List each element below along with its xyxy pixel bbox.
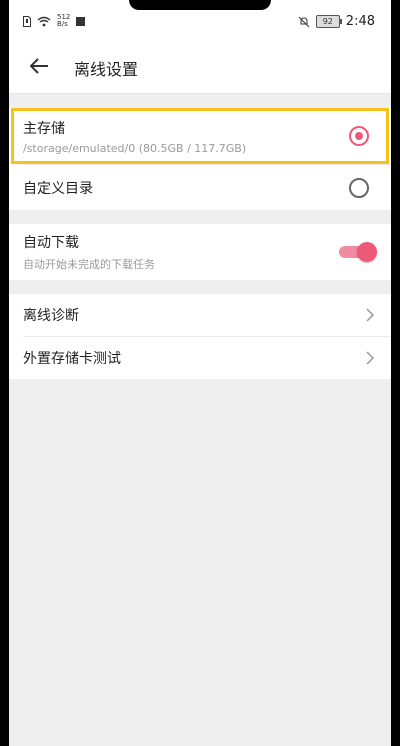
offline-diagnose-item[interactable]: 离线诊断 [9, 294, 391, 336]
main-storage-label: 主存储 [23, 120, 65, 137]
sim-icon [23, 15, 31, 27]
auto-download-group: 自动下载 自动开始未完成的下载任务 [9, 224, 391, 280]
phone-screen: 512 B/s 92 2:48 离线设置 主存储 /storage/emulat… [9, 0, 391, 746]
bell-muted-icon [298, 16, 310, 27]
back-button[interactable] [27, 54, 51, 78]
page-title: 离线设置 [74, 60, 139, 79]
sdcard-test-item[interactable]: 外置存储卡测试 [9, 337, 391, 379]
main-storage-radio[interactable] [349, 126, 369, 146]
custom-directory-option[interactable]: 自定义目录 [9, 165, 391, 210]
sdcard-test-label: 外置存储卡测试 [23, 351, 121, 367]
auto-download-toggle[interactable] [339, 242, 377, 262]
chevron-right-icon [366, 308, 375, 322]
toggle-thumb [357, 242, 377, 262]
tools-group: 离线诊断 外置存储卡测试 [9, 294, 391, 379]
storage-group: 主存储 /storage/emulated/0 (80.5GB / 117.7G… [9, 108, 391, 210]
app-bar: 离线设置 [9, 40, 391, 94]
status-right: 92 2:48 [298, 14, 375, 29]
main-storage-option[interactable]: 主存储 /storage/emulated/0 (80.5GB / 117.7G… [9, 108, 391, 164]
auto-download-description: 自动开始未完成的下载任务 [23, 258, 155, 271]
offline-diagnose-label: 离线诊断 [23, 308, 79, 324]
battery-icon: 92 [315, 15, 342, 28]
status-left: 512 B/s [23, 14, 86, 28]
custom-directory-label: 自定义目录 [23, 180, 93, 197]
network-speed: 512 B/s [57, 14, 70, 28]
main-storage-path: /storage/emulated/0 (80.5GB / 117.7GB) [23, 141, 247, 155]
wifi-icon [37, 16, 51, 26]
status-time: 2:48 [345, 14, 375, 29]
chevron-right-icon [366, 351, 375, 365]
battery-level: 92 [322, 17, 333, 26]
auto-download-row[interactable]: 自动下载 自动开始未完成的下载任务 [9, 224, 391, 280]
notification-square-icon [76, 16, 86, 26]
status-bar: 512 B/s 92 2:48 [9, 0, 391, 40]
camera-notch [129, 0, 271, 10]
network-speed-unit: B/s [57, 20, 68, 28]
arrow-left-icon [29, 58, 48, 74]
auto-download-label: 自动下载 [23, 235, 79, 251]
custom-directory-radio[interactable] [349, 177, 369, 198]
